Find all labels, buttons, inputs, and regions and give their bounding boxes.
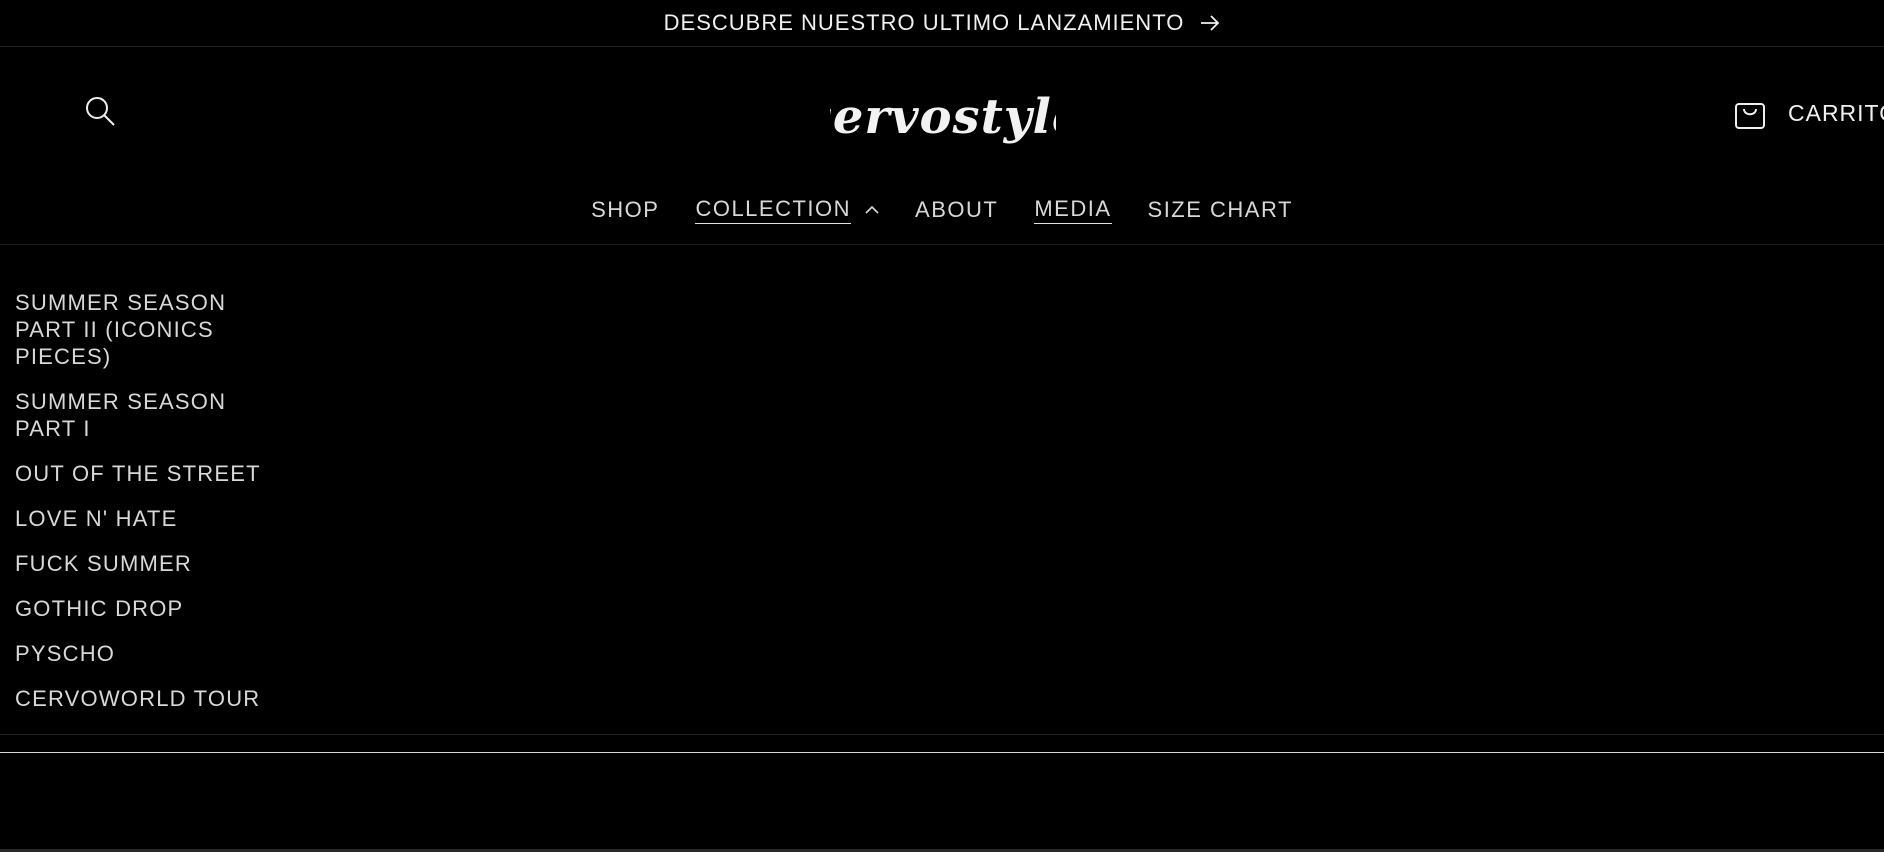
- collection-link-gothic-drop[interactable]: GOTHIC DROP: [15, 595, 285, 622]
- collection-link-out-of-the-street[interactable]: OUT OF THE STREET: [15, 460, 285, 487]
- collection-dropdown: SUMMER SEASON PART II (ICONICS PIECES) S…: [0, 245, 1884, 735]
- logo[interactable]: cervostyle: [830, 83, 1056, 151]
- nav-item-about[interactable]: ABOUT: [915, 197, 998, 225]
- collection-link-love-n-hate[interactable]: LOVE N' HATE: [15, 505, 285, 532]
- nav-item-media[interactable]: MEDIA: [1034, 196, 1112, 226]
- collection-link-pyscho[interactable]: PYSCHO: [15, 640, 285, 667]
- nav-item-size-chart[interactable]: SIZE CHART: [1148, 197, 1293, 225]
- collection-link-fuck-summer[interactable]: FUCK SUMMER: [15, 550, 285, 577]
- nav-item-shop[interactable]: SHOP: [591, 197, 659, 225]
- main-nav: SHOP COLLECTION ABOUT MEDIA SIZE CHART: [0, 195, 1884, 227]
- announcement-bar[interactable]: DESCUBRE NUESTRO ULTIMO LANZAMIENTO: [0, 0, 1884, 47]
- nav-item-collection[interactable]: COLLECTION: [695, 196, 879, 226]
- logo-wordmark: cervostyle: [830, 89, 1056, 145]
- shopping-bag-icon: [1732, 95, 1768, 131]
- collection-link-summer-season-part-ii[interactable]: SUMMER SEASON PART II (ICONICS PIECES): [15, 289, 285, 370]
- site-header: cervostyle CARRITO SHOP COLLECTION ABOUT…: [0, 47, 1884, 245]
- chevron-up-icon: [865, 205, 879, 215]
- cart-button[interactable]: CARRITO: [1732, 93, 1884, 133]
- announcement-text: DESCUBRE NUESTRO ULTIMO LANZAMIENTO: [663, 10, 1185, 35]
- search-icon: [84, 95, 116, 132]
- cart-label: CARRITO: [1788, 99, 1884, 126]
- collection-list: SUMMER SEASON PART II (ICONICS PIECES) S…: [15, 289, 285, 730]
- search-button[interactable]: [82, 95, 118, 131]
- arrow-right-icon: [1200, 15, 1220, 31]
- section-divider: [0, 752, 1884, 753]
- collection-link-cervoworld-tour[interactable]: CERVOWORLD TOUR: [15, 685, 285, 712]
- collection-link-summer-season-part-i[interactable]: SUMMER SEASON PART I: [15, 388, 285, 442]
- svg-text:cervostyle: cervostyle: [830, 89, 1056, 145]
